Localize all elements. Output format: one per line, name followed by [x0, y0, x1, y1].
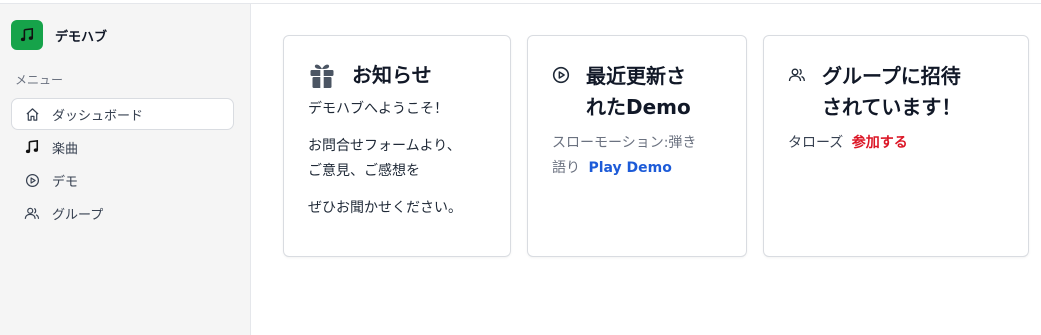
- music-note-icon: [20, 28, 34, 42]
- gift-icon: [308, 61, 336, 93]
- sidebar-nav: ダッシュボード 楽曲 デモ グループ: [11, 98, 234, 230]
- invite-title-line1: グループに招待: [822, 64, 961, 88]
- sidebar-item-dashboard[interactable]: ダッシュボード: [11, 98, 234, 130]
- sidebar-item-label: グループ: [52, 207, 104, 223]
- news-line1: お問合せフォームより、: [308, 138, 461, 154]
- play-circle-icon: [552, 66, 570, 88]
- sidebar-item-demo[interactable]: デモ: [11, 164, 234, 196]
- sidebar-item-songs[interactable]: 楽曲: [11, 131, 234, 163]
- news-card: お知らせ デモハブへようこそ！ お問合せフォームより、 ご意見、ご感想を ぜひお…: [283, 35, 511, 257]
- music-note-icon: [24, 139, 40, 155]
- users-icon: [788, 67, 806, 87]
- demo-description-line1: スローモーション:弾き: [552, 135, 697, 151]
- news-line3: ぜひお聞かせください。: [308, 200, 462, 216]
- news-welcome: デモハブへようこそ！: [308, 101, 448, 117]
- news-line2: ご意見、ご感想を: [308, 163, 420, 179]
- play-demo-link[interactable]: Play Demo: [588, 160, 671, 176]
- recent-demo-title-line1: 最近更新さ: [586, 64, 686, 88]
- invite-group-name: タローズ: [788, 135, 844, 151]
- play-circle-icon: [24, 172, 40, 188]
- group-invite-card: グループに招待 されています！ タローズ 参加する: [763, 35, 1029, 257]
- app-name: デモハブ: [55, 29, 108, 45]
- users-icon: [24, 205, 40, 221]
- sidebar: デモハブ メニュー ダッシュボード 楽曲 デモ グループ: [0, 4, 251, 335]
- demo-description-line2: 語り: [552, 160, 580, 176]
- news-title: お知らせ: [352, 63, 432, 87]
- join-group-link[interactable]: 参加する: [852, 135, 908, 151]
- brand[interactable]: デモハブ: [11, 20, 107, 50]
- sidebar-item-label: デモ: [52, 174, 79, 190]
- home-icon: [24, 106, 40, 122]
- sidebar-item-groups[interactable]: グループ: [11, 197, 234, 229]
- recent-demo-card: 最近更新さ れたDemo スローモーション:弾き 語り Play Demo: [527, 35, 747, 257]
- app-logo: [11, 20, 43, 50]
- menu-label: メニュー: [15, 73, 64, 87]
- sidebar-item-label: ダッシュボード: [52, 108, 144, 124]
- invite-title-line2: されています！: [822, 95, 962, 119]
- recent-demo-title-line2: れたDemo: [586, 95, 691, 119]
- sidebar-item-label: 楽曲: [52, 141, 79, 157]
